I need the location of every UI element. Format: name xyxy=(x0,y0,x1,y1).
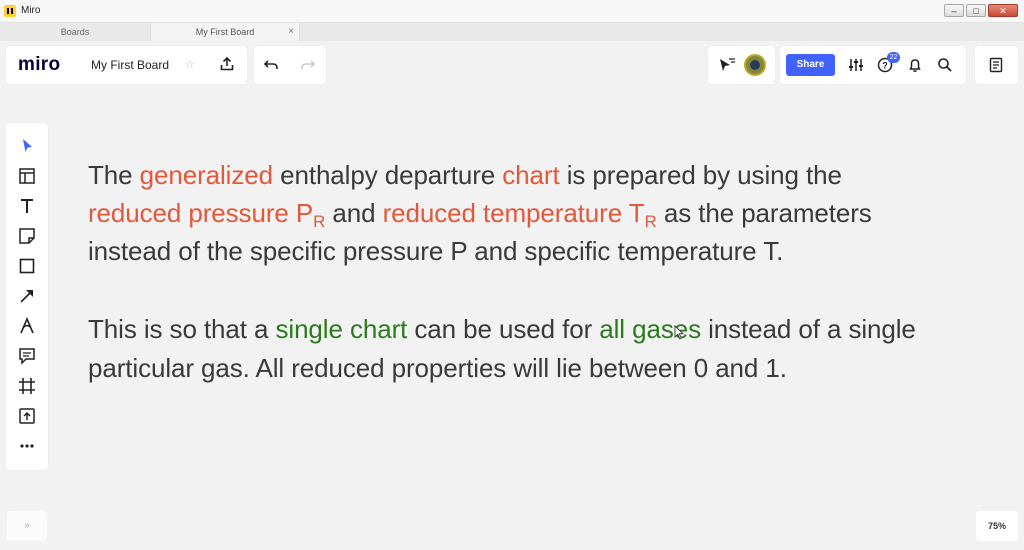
templates-tool-icon[interactable] xyxy=(17,167,37,185)
maximize-button[interactable]: □ xyxy=(966,4,986,17)
canvas-text-para1-line2[interactable]: reduced pressure PR and reduced temperat… xyxy=(88,198,872,231)
text-run: can be used for xyxy=(407,314,600,344)
share-button[interactable]: Share xyxy=(786,54,835,76)
text-run: is prepared by using the xyxy=(559,160,842,190)
more-tools-icon[interactable] xyxy=(17,437,37,455)
text-tool-icon[interactable] xyxy=(17,197,37,215)
canvas-text-para1-line1[interactable]: The generalized enthalpy departure chart… xyxy=(88,160,842,191)
highlight-reduced-pressure: reduced pressure P xyxy=(88,198,314,228)
text-run: and xyxy=(325,198,383,228)
avatar[interactable] xyxy=(744,54,766,76)
text-run: The xyxy=(88,160,140,190)
highlight-gases: gases xyxy=(632,314,701,344)
notification-badge: 22 xyxy=(887,52,900,63)
minimize-button[interactable]: – xyxy=(944,4,964,17)
highlight-reduced-temperature: reduced temperature T xyxy=(382,198,645,228)
text-run: instead of a single xyxy=(700,314,916,344)
undo-icon[interactable] xyxy=(263,58,279,72)
canvas-text-para1-line3[interactable]: instead of the specific pressure P and s… xyxy=(88,236,783,267)
miro-app-icon xyxy=(4,5,16,17)
comment-tool-icon[interactable] xyxy=(17,347,37,365)
highlight-all: all xyxy=(599,314,625,344)
tab-label: Boards xyxy=(60,27,90,37)
mouse-cursor-icon xyxy=(674,325,684,340)
pen-tool-icon[interactable] xyxy=(17,317,37,335)
tab-my-first-board[interactable]: My First Board × xyxy=(150,23,300,41)
zoom-level[interactable]: 75% xyxy=(976,511,1018,541)
tab-close-icon[interactable]: × xyxy=(288,23,294,41)
subscript-r: R xyxy=(313,212,326,231)
sticky-note-tool-icon[interactable] xyxy=(17,227,37,245)
text-run: as the parameters xyxy=(656,198,872,228)
tab-boards[interactable]: Boards xyxy=(0,23,150,41)
window-title: Miro xyxy=(21,5,41,16)
svg-text:?: ? xyxy=(882,61,888,71)
export-icon[interactable] xyxy=(219,56,235,72)
subscript-r: R xyxy=(644,212,657,231)
text-run: This is so that a xyxy=(88,314,276,344)
cursor-visibility-icon[interactable] xyxy=(718,57,736,73)
board-name[interactable]: My First Board xyxy=(91,58,169,72)
window-controls: – □ ✕ xyxy=(944,4,1018,17)
highlight-generalized: generalized xyxy=(139,160,273,190)
highlight-chart: chart xyxy=(502,160,560,190)
close-window-button[interactable]: ✕ xyxy=(988,4,1018,17)
frame-tool-icon[interactable] xyxy=(17,377,37,395)
search-icon[interactable] xyxy=(937,57,953,73)
redo-icon[interactable] xyxy=(300,58,316,72)
highlight-single-chart: single chart xyxy=(275,314,408,344)
title-bar: Miro – □ ✕ xyxy=(0,0,1024,23)
canvas-text-para2-line1[interactable]: This is so that a single chart can be us… xyxy=(88,314,916,345)
tab-label: My First Board xyxy=(195,27,255,37)
notes-list-icon[interactable] xyxy=(988,57,1004,73)
text-run: enthalpy departure xyxy=(272,160,503,190)
connection-line-tool-icon[interactable] xyxy=(17,287,37,305)
expand-panel-button[interactable]: » xyxy=(7,511,47,541)
shape-tool-icon[interactable] xyxy=(17,257,37,275)
star-icon[interactable]: ☆ xyxy=(185,58,195,71)
settings-sliders-icon[interactable] xyxy=(848,57,864,73)
canvas-text-para2-line2[interactable]: particular gas. All reduced properties w… xyxy=(88,353,787,384)
upload-tool-icon[interactable] xyxy=(17,407,37,425)
miro-logo[interactable]: miro xyxy=(18,54,60,76)
tab-bar: Boards My First Board × xyxy=(0,23,1024,41)
bell-icon[interactable] xyxy=(907,57,923,73)
select-tool-icon[interactable] xyxy=(17,137,37,155)
